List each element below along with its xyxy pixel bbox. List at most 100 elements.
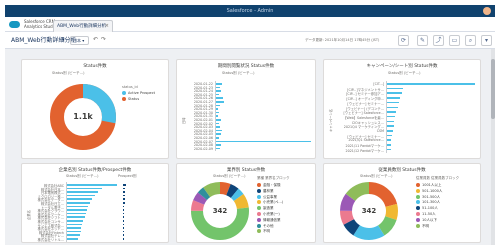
bar[interactable]: [67, 234, 80, 236]
bar[interactable]: [387, 97, 401, 99]
bar[interactable]: [123, 202, 125, 204]
period-panel[interactable]: 期間別閲覧状況 Status件数 Status別 (ビーチ…) 日時 2020-…: [176, 59, 316, 159]
refresh-button[interactable]: ⟳: [398, 35, 409, 46]
bar[interactable]: [216, 129, 222, 132]
bar[interactable]: [387, 115, 395, 118]
bar[interactable]: [216, 104, 220, 107]
legend-item[interactable]: Active Prospect: [128, 91, 155, 95]
bar[interactable]: [387, 83, 475, 85]
bar[interactable]: [67, 238, 78, 240]
legend-item[interactable]: 小売業(ペ…): [263, 200, 283, 205]
bar[interactable]: [387, 125, 395, 127]
user-avatar[interactable]: [483, 7, 491, 15]
bar[interactable]: [387, 148, 391, 151]
bar[interactable]: [123, 238, 124, 240]
edit-button[interactable]: ✎: [417, 35, 428, 46]
bar[interactable]: [123, 209, 125, 211]
legend-item[interactable]: 11-50人: [422, 212, 436, 217]
bar[interactable]: [216, 83, 222, 85]
scrollbar-thumb[interactable]: [491, 59, 495, 119]
bar[interactable]: [123, 191, 125, 193]
status-panel[interactable]: Status件数 Status別 (ビーチ…) 1.1k status_id A…: [21, 59, 169, 159]
bar[interactable]: [387, 111, 396, 113]
industry-panel[interactable]: 業界別 Status件数 Status別 (ビーチ…) 342 業種 業界名ブロ…: [176, 163, 316, 243]
bar[interactable]: [216, 126, 220, 128]
bar[interactable]: [387, 92, 402, 94]
bar[interactable]: [216, 93, 219, 96]
bar[interactable]: [123, 184, 127, 186]
bar[interactable]: [67, 220, 83, 222]
bar[interactable]: [67, 216, 85, 218]
bar[interactable]: [67, 209, 87, 211]
legend-item[interactable]: 情報通信業: [263, 218, 281, 223]
bar[interactable]: [123, 194, 125, 197]
bar[interactable]: [216, 90, 221, 92]
bar[interactable]: [216, 144, 221, 146]
undo-icon[interactable]: ↶: [93, 36, 98, 44]
bar[interactable]: [123, 230, 124, 233]
bar[interactable]: [67, 187, 102, 190]
bar[interactable]: [67, 184, 117, 186]
bar[interactable]: [216, 111, 219, 114]
more-button[interactable]: ▾: [481, 35, 492, 46]
bar[interactable]: [67, 198, 92, 200]
bar[interactable]: [216, 140, 311, 143]
bar[interactable]: [67, 191, 98, 193]
bar[interactable]: [67, 230, 81, 233]
salesforce-logo-icon[interactable]: [9, 21, 20, 28]
bar[interactable]: [123, 227, 124, 229]
campaign-panel[interactable]: キャンペーン/シート別 Status件数 Status別 (ビーチ…) キャンペ…: [323, 59, 481, 159]
bar[interactable]: [216, 137, 219, 139]
bar[interactable]: [216, 86, 220, 89]
bar[interactable]: [387, 106, 398, 109]
legend-item[interactable]: 10人以下: [422, 218, 437, 223]
bar[interactable]: [216, 119, 221, 121]
share-button[interactable]: ⤴: [433, 35, 444, 46]
bar[interactable]: [387, 101, 400, 104]
language-select[interactable]: 日本 ▾: [70, 36, 89, 45]
close-icon[interactable]: ×: [105, 23, 109, 29]
legend-item[interactable]: 501-1000人: [422, 189, 442, 194]
company-panel[interactable]: 企業名別 Status件数/Prospect件数 Status別 (ビーチ…) …: [21, 163, 169, 243]
save-button[interactable]: ▭: [449, 35, 460, 46]
legend-item[interactable]: 金融・保険: [263, 183, 281, 188]
bar[interactable]: [67, 194, 95, 197]
bar[interactable]: [67, 227, 81, 229]
bar[interactable]: [387, 130, 394, 132]
bar[interactable]: [216, 133, 221, 135]
bar[interactable]: [387, 139, 392, 141]
redo-icon[interactable]: ↷: [101, 36, 106, 44]
bar[interactable]: [216, 115, 218, 117]
bar[interactable]: [123, 205, 125, 208]
bar[interactable]: [216, 147, 220, 150]
bar[interactable]: [216, 122, 219, 125]
legend-item[interactable]: 農林業: [263, 189, 274, 194]
bar[interactable]: [123, 234, 124, 236]
tab-dashboard[interactable]: ABM_Web行動詳細分析 ×: [53, 20, 113, 32]
bar[interactable]: [67, 202, 90, 204]
legend-item[interactable]: その他: [263, 224, 274, 229]
legend-item[interactable]: 301-500人: [422, 195, 440, 200]
bar[interactable]: [387, 144, 392, 146]
legend-item[interactable]: Status: [128, 97, 139, 101]
bar[interactable]: [216, 108, 218, 110]
bar[interactable]: [387, 134, 393, 137]
bar[interactable]: [67, 223, 82, 226]
legend-item[interactable]: 不明: [263, 229, 270, 234]
bar[interactable]: [123, 212, 125, 215]
bar[interactable]: [123, 220, 124, 222]
bar[interactable]: [123, 216, 125, 218]
bar[interactable]: [67, 205, 88, 208]
search-button[interactable]: ⌕: [465, 35, 476, 46]
bar[interactable]: [123, 198, 125, 200]
vertical-scrollbar[interactable]: [491, 49, 495, 245]
legend-item[interactable]: 不明: [422, 224, 429, 229]
legend-item[interactable]: 1001人以上: [422, 183, 441, 188]
bar[interactable]: [216, 97, 223, 99]
bar[interactable]: [123, 187, 126, 190]
bar[interactable]: [123, 223, 124, 226]
bar[interactable]: [67, 212, 86, 215]
chevron-down-icon[interactable]: ▾: [62, 37, 65, 43]
bar[interactable]: [387, 120, 395, 123]
bar[interactable]: [216, 101, 224, 103]
